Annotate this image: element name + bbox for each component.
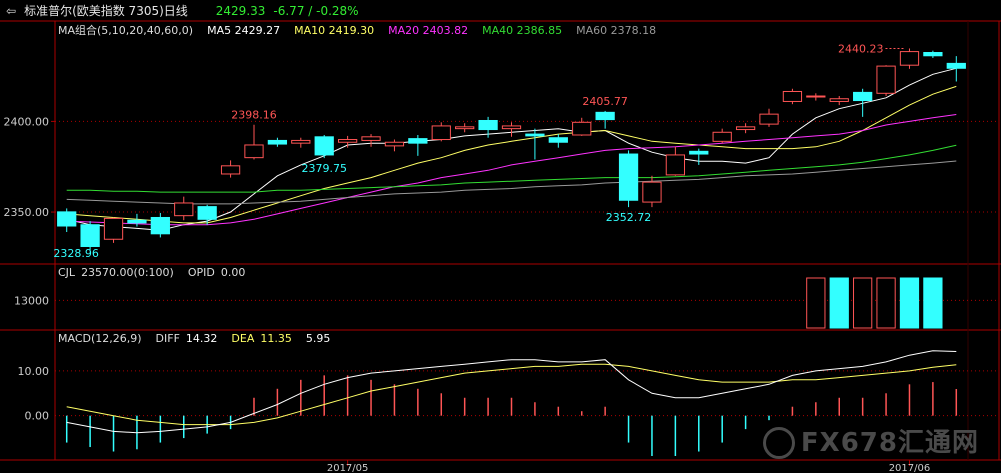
candle-body-down xyxy=(595,111,615,121)
candle-body-up xyxy=(759,113,779,125)
diff-label: DIFF xyxy=(155,332,180,345)
watermark-text: FX678汇通网 xyxy=(800,427,979,458)
candle-body-down xyxy=(853,91,873,102)
candle-body-up xyxy=(806,95,826,98)
candle-body-down xyxy=(618,153,639,201)
macd-value: 5.95 xyxy=(305,332,331,345)
dea-value: 11.35 xyxy=(260,332,292,345)
dea-label: DEA xyxy=(231,332,255,345)
candle-body-up xyxy=(431,125,451,141)
ma-line-ma10 xyxy=(66,85,957,224)
cjl-label[interactable]: CJL xyxy=(58,266,75,279)
volume-bar-down xyxy=(899,277,920,329)
last-price: 2429.33 xyxy=(215,4,266,18)
candle-body-up xyxy=(735,126,756,131)
price-change: -6.77 / -0.28% xyxy=(273,4,359,18)
candle-body-up xyxy=(244,144,264,159)
volume-bar-up xyxy=(806,277,826,329)
candle-body-down xyxy=(197,206,217,220)
candle-body-down xyxy=(267,139,288,145)
ma-line-ma60 xyxy=(66,160,957,205)
candle-body-up xyxy=(899,51,920,66)
candle-body-down xyxy=(80,224,100,247)
ma5-value: MA5 2429.27 xyxy=(207,24,281,37)
candle-body-up xyxy=(384,141,405,147)
ma-label[interactable]: MA组合(5,10,20,40,60,0) xyxy=(58,24,193,37)
ma-legend: MA组合(5,10,20,40,60,0) MA5 2429.27 MA10 241… xyxy=(58,22,670,38)
candle-body-down xyxy=(314,136,334,156)
title-bar: ⇦ 标准普尔(欧美指数 7305)日线 2429.33 -6.77 / -0.28% xyxy=(0,0,1001,22)
volume-bar-up xyxy=(876,277,896,329)
candle-body-up xyxy=(642,181,662,203)
price-annotation: 2440.23 xyxy=(838,42,884,55)
stock-chart[interactable]: 2350.00 2400.00 13000 0.00 10.00 2017/05 2017/… xyxy=(0,0,1001,473)
date-tick-label: 2017/06 xyxy=(889,463,931,473)
candle-body-up xyxy=(782,90,803,102)
candle-body-up xyxy=(455,126,475,130)
candle-body-up xyxy=(501,125,522,130)
candle-body-down xyxy=(127,219,147,224)
candle-body-up xyxy=(220,165,241,175)
price-annotation: 2352.72 xyxy=(606,211,652,224)
candle-body-down xyxy=(689,150,709,155)
candle-body-down xyxy=(478,119,498,131)
instrument-name: 标准普尔(欧美指数 7305)日线 xyxy=(24,4,188,18)
candle-body-down xyxy=(923,52,943,57)
diff-line xyxy=(66,350,957,434)
opid-label: OPID xyxy=(187,266,215,279)
candle-body-down xyxy=(57,211,77,227)
opid-value: 0.00 xyxy=(220,266,246,279)
macd-tick-label: 10.00 xyxy=(18,365,50,378)
candle-body-up xyxy=(712,131,732,142)
candle-body-up xyxy=(829,98,849,102)
candle-body-up xyxy=(876,65,896,94)
candle-body-down xyxy=(150,216,170,235)
plot-frame xyxy=(54,20,1000,461)
price-tick-label: 2400.00 xyxy=(4,115,50,128)
candle-body-up xyxy=(337,139,358,143)
date-tick-label: 2017/05 xyxy=(327,463,369,473)
logo-icon xyxy=(762,427,795,459)
ma40-value: MA40 2386.85 xyxy=(482,24,563,37)
candle-body-down xyxy=(408,138,428,144)
price-tick-label: 2350.00 xyxy=(4,206,50,219)
ma60-value: MA60 2378.18 xyxy=(576,24,657,37)
candle-body-down xyxy=(525,133,545,137)
macd-legend: MACD(12,26,9) DIFF 14.32 DEA 11.35 5.95 xyxy=(58,332,344,345)
watermark: FX678汇通网 xyxy=(762,422,979,459)
macd-tick-label: 0.00 xyxy=(25,410,50,423)
candle-body-up xyxy=(572,121,592,136)
candle-body-down xyxy=(946,62,966,69)
volume-bar-down xyxy=(829,277,849,329)
back-arrow-icon[interactable]: ⇦ xyxy=(0,4,16,18)
volume-bar-up xyxy=(853,277,873,329)
macd-label[interactable]: MACD(12,26,9) xyxy=(58,332,142,345)
cjl-value: 23570.00(0:100) xyxy=(81,266,174,279)
candle-body-down xyxy=(548,137,568,143)
price-annotation: 2379.75 xyxy=(301,162,347,175)
price-annotation: 2405.77 xyxy=(582,95,628,108)
candle-body-up xyxy=(665,154,686,176)
cjl-legend: CJL 23570.00(0:100) OPID 0.00 xyxy=(58,266,259,279)
candle-body-up xyxy=(103,217,124,240)
ma-line-ma40 xyxy=(66,144,957,193)
ma20-value: MA20 2403.82 xyxy=(388,24,469,37)
ma10-value: MA10 2419.30 xyxy=(294,24,375,37)
price-annotation: 2398.16 xyxy=(231,109,277,122)
candle-body-up xyxy=(361,136,381,141)
candle-body-up xyxy=(291,139,311,144)
volume-tick-label: 13000 xyxy=(14,294,49,307)
diff-value: 14.32 xyxy=(185,332,218,345)
candle-body-up xyxy=(174,202,194,217)
ma-line-ma5 xyxy=(66,67,957,231)
price-annotation: 2328.96 xyxy=(53,247,99,260)
volume-bar-down xyxy=(923,277,943,329)
